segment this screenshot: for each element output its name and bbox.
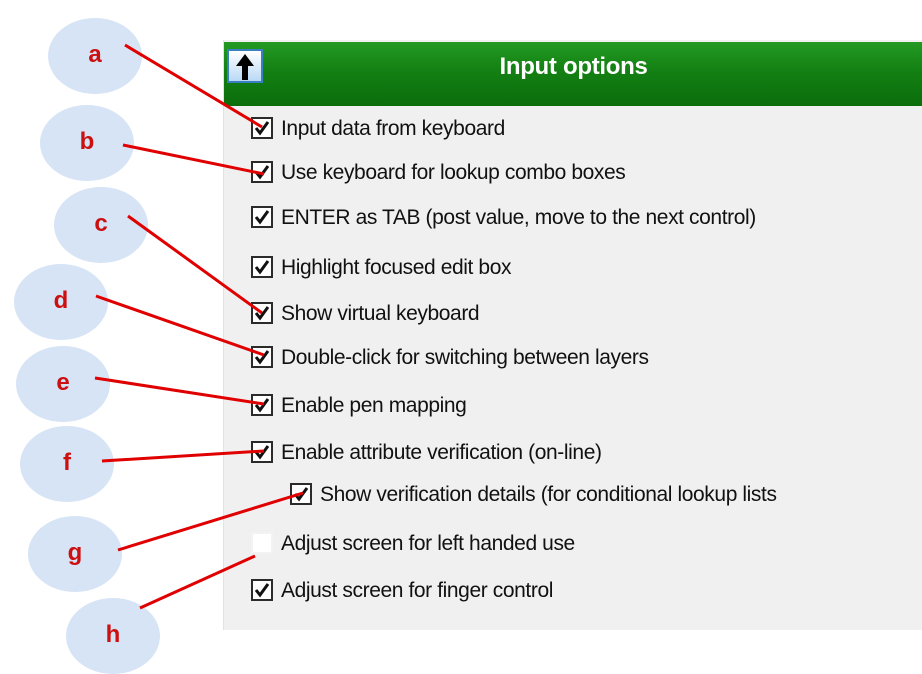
leader-line-b	[122, 143, 265, 176]
callout-leader-lines	[94, 43, 304, 610]
leader-line-h	[139, 554, 256, 610]
leader-line-c	[127, 214, 263, 315]
leader-line-d	[95, 294, 265, 357]
leader-line-a	[124, 43, 263, 129]
leader-line-e	[94, 376, 265, 406]
leader-line-g	[117, 491, 304, 552]
leader-line-f	[101, 449, 265, 463]
